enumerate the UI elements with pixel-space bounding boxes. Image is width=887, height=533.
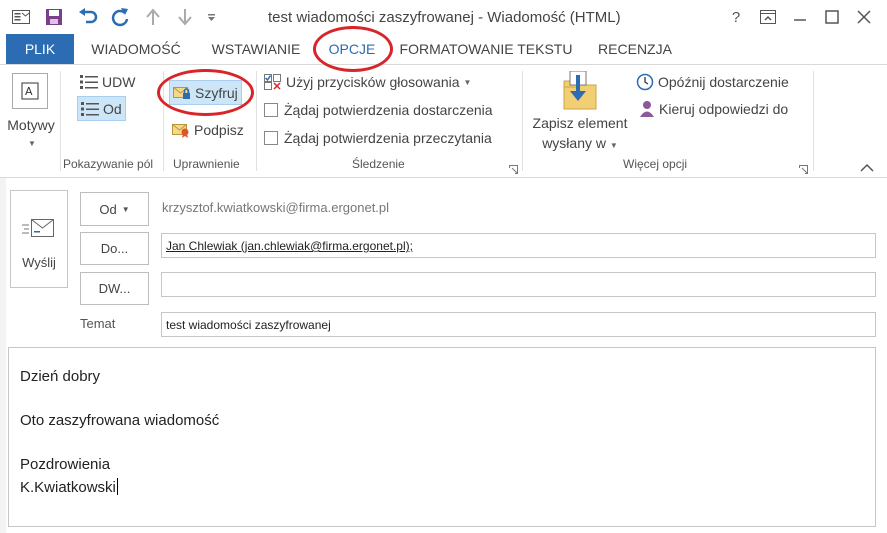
tab-plik[interactable]: PLIK <box>6 34 74 64</box>
clock-envelope-icon <box>636 73 654 91</box>
ribbon-envelope-icon <box>172 122 190 138</box>
message-body[interactable]: Dzień dobry Oto zaszyfrowana wiadomość P… <box>8 347 876 527</box>
svg-text:A: A <box>25 85 33 98</box>
dialog-launcher-icon[interactable] <box>509 161 518 174</box>
save-sent-item-label-line1: Zapisz element <box>532 115 628 131</box>
outlook-app-icon[interactable] <box>10 6 32 28</box>
from-dropdown-button[interactable]: Od ▼ <box>80 192 149 226</box>
group-label-pokazywanie-pol: Pokazywanie pól <box>63 157 154 171</box>
dialog-launcher-icon[interactable] <box>799 161 808 174</box>
group-divider <box>813 71 814 171</box>
voting-buttons-button[interactable]: Użyj przycisków głosowania ▼ <box>264 71 471 93</box>
ribbon-tabs: PLIK WIADOMOŚĆ WSTAWIANIE OPCJE FORMATOW… <box>0 34 887 64</box>
to-field[interactable]: Jan Chlewiak (jan.chlewiak@firma.ergonet… <box>161 233 876 258</box>
cc-button-label: DW... <box>98 281 131 296</box>
send-envelope-icon <box>22 217 56 246</box>
checkbox[interactable] <box>264 131 278 145</box>
lock-envelope-icon <box>173 85 191 101</box>
subject-label: Temat <box>80 316 116 331</box>
encrypt-label: Szyfruj <box>195 84 238 101</box>
body-line: Dzień dobry <box>20 368 101 385</box>
sign-label: Podpisz <box>194 122 244 138</box>
cc-button[interactable]: DW... <box>80 272 149 305</box>
from-address: krzysztof.kwiatkowski@firma.ergonet.pl <box>162 200 390 215</box>
send-label: Wyślij <box>22 255 56 270</box>
request-read-receipt-label: Żądaj potwierdzenia przeczytania <box>284 130 492 146</box>
redo-icon[interactable] <box>109 6 131 28</box>
list-icon <box>81 101 99 117</box>
tab-recenzja[interactable]: RECENZJA <box>596 34 674 64</box>
voting-icon <box>264 74 282 90</box>
ribbon-display-options-icon[interactable] <box>754 6 782 28</box>
folder-arrow-icon <box>560 70 598 116</box>
voting-buttons-label: Użyj przycisków głosowania <box>286 74 460 90</box>
group-divider <box>256 71 257 171</box>
person-icon <box>639 100 655 118</box>
request-read-receipt-checkbox[interactable]: Żądaj potwierdzenia przeczytania <box>264 127 492 149</box>
body-line: Oto zaszyfrowana wiadomość <box>20 412 220 429</box>
arrow-down-icon[interactable] <box>175 6 195 28</box>
delay-delivery-label: Opóźnij dostarczenie <box>658 74 789 90</box>
chevron-down-icon: ▼ <box>463 77 472 87</box>
tab-formatowanie-tekstu[interactable]: FORMATOWANIE TEKSTU <box>396 34 576 64</box>
from-field-label: Od <box>103 100 122 117</box>
chevron-down-icon: ▼ <box>28 139 36 148</box>
collapse-ribbon-icon[interactable] <box>860 159 874 177</box>
cc-field[interactable] <box>161 272 876 297</box>
checkbox[interactable] <box>264 103 278 117</box>
tab-opcje[interactable]: OPCJE <box>322 34 382 64</box>
arrow-up-icon[interactable] <box>143 6 163 28</box>
recipient-chip[interactable]: Jan Chlewiak (jan.chlewiak@firma.ergonet… <box>166 239 413 253</box>
group-label-sledzenie: Śledzenie <box>352 157 405 171</box>
save-sent-item-label-line2: wysłany w <box>542 135 606 151</box>
themes-button[interactable]: A Motywy ▼ <box>6 69 56 149</box>
list-icon <box>80 74 98 90</box>
bcc-button[interactable]: UDW <box>80 71 135 93</box>
group-divider <box>60 71 61 171</box>
minimize-icon[interactable] <box>786 6 814 28</box>
encrypt-button[interactable]: Szyfruj <box>169 80 242 105</box>
to-button-label: Do... <box>100 241 129 256</box>
body-line: K.Kwiatkowski <box>20 479 116 496</box>
ribbon: A Motywy ▼ UDW Od Pokazywanie pól Szyfru… <box>0 64 887 178</box>
save-icon[interactable] <box>43 6 65 28</box>
bcc-label: UDW <box>102 74 136 90</box>
direct-replies-to-button[interactable]: Kieruj odpowiedzi do <box>639 98 788 120</box>
group-label-wiecej-opcji: Więcej opcji <box>623 157 688 171</box>
customize-toolbar-icon[interactable] <box>204 6 218 28</box>
maximize-icon[interactable] <box>818 6 846 28</box>
close-icon[interactable] <box>850 6 878 28</box>
tab-wstawianie[interactable]: WSTAWIANIE <box>204 34 308 64</box>
undo-icon[interactable] <box>77 6 99 28</box>
tab-wiadomosc[interactable]: WIADOMOŚĆ <box>84 34 188 64</box>
direct-replies-to-label: Kieruj odpowiedzi do <box>659 101 789 117</box>
from-button-label: Od <box>99 201 117 217</box>
window-title: test wiadomości zaszyfrowanej - Wiadomoś… <box>268 9 621 26</box>
send-button[interactable]: Wyślij <box>10 190 68 288</box>
request-delivery-receipt-label: Żądaj potwierdzenia dostarczenia <box>284 102 493 118</box>
group-divider <box>522 71 523 171</box>
group-label-uprawnienie: Uprawnienie <box>173 157 240 171</box>
from-field-button[interactable]: Od <box>77 96 126 121</box>
save-sent-item-button[interactable]: Zapisz element wysłany w ▼ <box>526 69 634 153</box>
chevron-down-icon: ▼ <box>121 204 130 214</box>
text-cursor <box>116 478 118 495</box>
help-button[interactable]: ? <box>722 6 750 28</box>
title-bar: test wiadomości zaszyfrowanej - Wiadomoś… <box>0 0 887 34</box>
subject-field[interactable]: test wiadomości zaszyfrowanej <box>161 312 876 337</box>
body-line: Pozdrowienia <box>20 456 111 473</box>
themes-label: Motywy <box>7 117 55 133</box>
to-button[interactable]: Do... <box>80 232 149 265</box>
themes-icon: A <box>12 73 48 109</box>
left-margin <box>0 178 6 533</box>
chevron-down-icon: ▼ <box>609 141 618 150</box>
delay-delivery-button[interactable]: Opóźnij dostarczenie <box>636 71 789 93</box>
sign-button[interactable]: Podpisz <box>172 119 244 141</box>
group-divider <box>163 71 164 171</box>
request-delivery-receipt-checkbox[interactable]: Żądaj potwierdzenia dostarczenia <box>264 99 493 121</box>
